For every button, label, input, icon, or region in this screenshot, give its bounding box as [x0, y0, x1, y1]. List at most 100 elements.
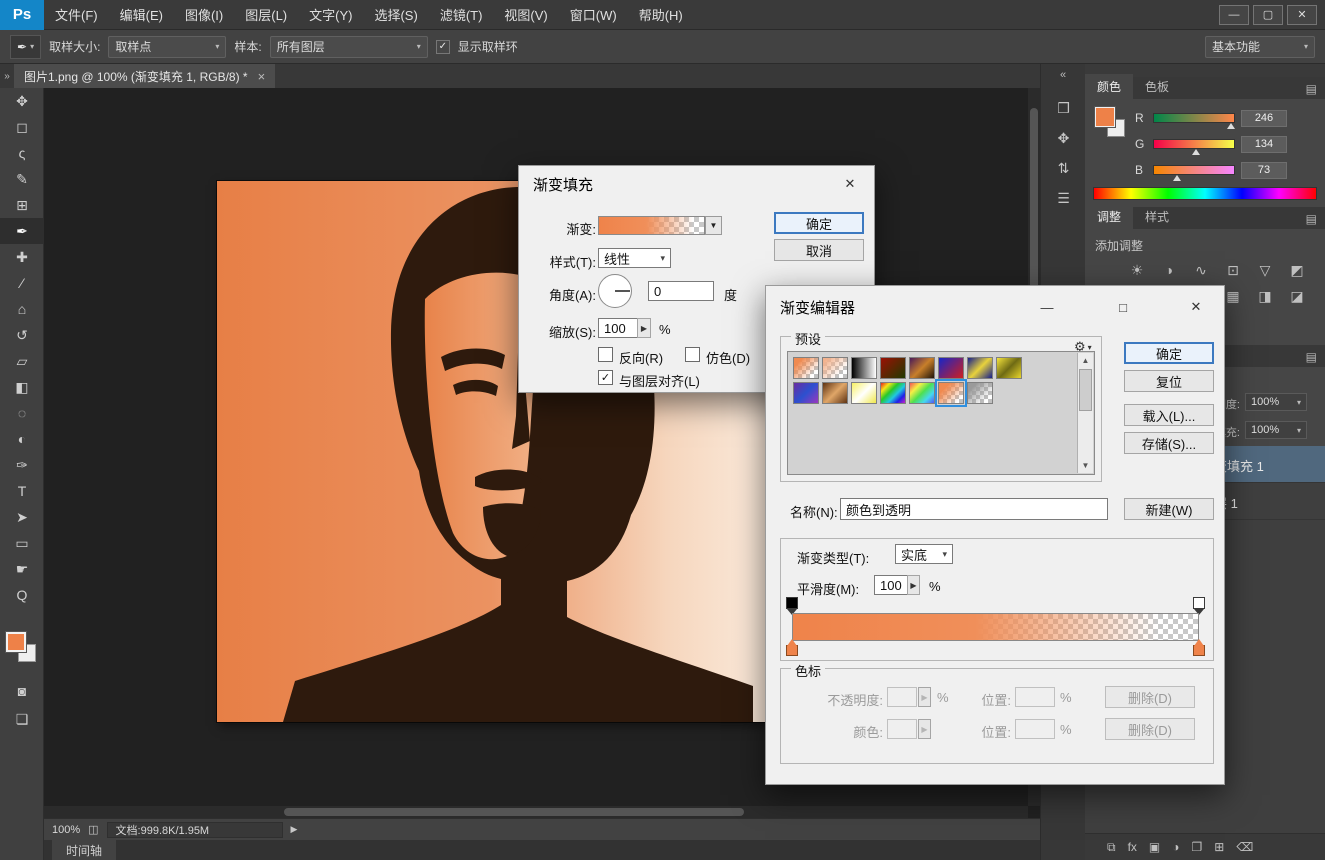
load-button[interactable]: 载入(L)...	[1124, 404, 1214, 426]
close-icon[interactable]: ✕	[1176, 286, 1216, 328]
opacity-stop-left[interactable]	[786, 597, 798, 609]
cancel-button[interactable]: 取消	[774, 239, 864, 261]
scroll-up-icon[interactable]: ▲	[1078, 353, 1093, 368]
slider-handle[interactable]	[1227, 123, 1235, 129]
opacity-field[interactable]: 100% ▾	[1245, 393, 1307, 411]
color-stop-left[interactable]	[786, 645, 798, 656]
adjustment-layer-icon[interactable]: ◑	[1172, 840, 1179, 854]
tab-styles[interactable]: 样式	[1133, 204, 1181, 229]
close-button[interactable]: ✕	[1287, 5, 1317, 25]
gradient-preset-swatch[interactable]	[967, 357, 993, 379]
dialog-title-bar[interactable]: 渐变编辑器 — □ ✕	[766, 286, 1224, 328]
smoothness-spinner[interactable]: ▶	[907, 575, 920, 595]
slider-handle[interactable]	[1192, 149, 1200, 155]
scroll-down-icon[interactable]: ▼	[1078, 458, 1093, 473]
crop-tool[interactable]: ⊞	[0, 192, 44, 218]
move-tool[interactable]: ✥	[0, 88, 44, 114]
new-button[interactable]: 新建(W)	[1124, 498, 1214, 520]
dialog-title-bar[interactable]: 渐变填充 ✕	[519, 166, 874, 202]
maximize-button[interactable]: ▢	[1253, 5, 1283, 25]
menu-item[interactable]: 文字(Y)	[298, 5, 363, 24]
tab-timeline[interactable]: 时间轴	[52, 840, 116, 860]
eraser-tool[interactable]: ▱	[0, 348, 44, 374]
layer-effects-icon[interactable]: fx	[1128, 840, 1137, 854]
color-lookup-icon[interactable]: ◨	[1249, 283, 1281, 309]
gradient-preset-swatch[interactable]	[909, 357, 935, 379]
gradient-preset-swatch[interactable]	[967, 382, 993, 404]
menu-item[interactable]: 编辑(E)	[109, 5, 174, 24]
document-info[interactable]: 文档:999.8K/1.95M	[107, 822, 283, 838]
gradient-preset-swatch[interactable]	[851, 357, 877, 379]
smoothness-field[interactable]: 100	[874, 575, 908, 595]
gradient-preset-swatch[interactable]	[822, 357, 848, 379]
minimize-button[interactable]: —	[1219, 5, 1249, 25]
scale-field[interactable]: 100	[598, 318, 638, 338]
collapsed-panel-icon-3[interactable]: ⇅	[1041, 153, 1086, 183]
quick-selection-tool[interactable]: ✎	[0, 166, 44, 192]
path-selection-tool[interactable]: ➤	[0, 504, 44, 530]
collapsed-panel-icon-2[interactable]: ✥	[1041, 123, 1086, 153]
history-brush-tool[interactable]: ↺	[0, 322, 44, 348]
sample-select[interactable]: 所有图层 ▾	[270, 36, 428, 58]
gradient-preset-swatch[interactable]	[938, 357, 964, 379]
reverse-checkbox[interactable]	[598, 347, 613, 362]
gradient-preset-swatch[interactable]	[822, 382, 848, 404]
menu-item[interactable]: 帮助(H)	[628, 5, 694, 24]
blur-tool[interactable]: ◌	[0, 400, 44, 426]
workspace-select[interactable]: 基本功能 ▾	[1205, 36, 1315, 58]
brush-tool[interactable]: ⁄	[0, 270, 44, 296]
gradient-bar[interactable]	[792, 613, 1199, 641]
gradient-tool[interactable]: ◧	[0, 374, 44, 400]
dodge-tool[interactable]: ◐	[0, 426, 44, 452]
tab-swatches[interactable]: 色板	[1133, 74, 1181, 99]
style-select[interactable]: 线性 ▾	[598, 248, 671, 268]
type-tool[interactable]: T	[0, 478, 44, 504]
brightness-contrast-icon[interactable]: ☀	[1121, 257, 1153, 283]
scrollbar-thumb[interactable]	[1079, 369, 1092, 411]
expand-panel-icon[interactable]: »	[0, 71, 14, 88]
menu-item[interactable]: 选择(S)	[363, 5, 428, 24]
ok-button[interactable]: 确定	[774, 212, 864, 234]
healing-brush-tool[interactable]: ✚	[0, 244, 44, 270]
foreground-color-swatch[interactable]	[1095, 107, 1115, 127]
gradient-preset-swatch[interactable]	[880, 382, 906, 404]
pen-tool[interactable]: ✑	[0, 452, 44, 478]
panel-menu-icon[interactable]: ▤	[1306, 212, 1317, 226]
tab-color[interactable]: 颜色	[1085, 74, 1133, 99]
vibrance-icon[interactable]: ▽	[1249, 257, 1281, 283]
eyedropper-tool[interactable]: ✒	[0, 218, 44, 244]
channel-slider[interactable]	[1153, 139, 1235, 149]
delete-layer-icon[interactable]: ⌫	[1236, 840, 1253, 854]
close-icon[interactable]: ✕	[826, 166, 874, 202]
link-layers-icon[interactable]: ⧉	[1107, 840, 1116, 855]
save-button[interactable]: 存储(S)...	[1124, 432, 1214, 454]
gradient-dropdown-button[interactable]: ▼	[705, 216, 722, 235]
invert-icon[interactable]: ◪	[1281, 283, 1313, 309]
shape-tool[interactable]: ▭	[0, 530, 44, 556]
presets-scrollbar[interactable]: ▲ ▼	[1077, 353, 1093, 473]
gradient-type-select[interactable]: 实底 ▾	[895, 544, 953, 564]
gradient-preset-swatch[interactable]	[793, 382, 819, 404]
expand-panels-icon[interactable]: «	[1041, 64, 1085, 81]
minimize-icon[interactable]: —	[1028, 286, 1066, 328]
layer-group-icon[interactable]: ❐	[1192, 840, 1203, 854]
ok-button[interactable]: 确定	[1124, 342, 1214, 364]
channel-slider[interactable]	[1153, 113, 1235, 123]
quick-mask-button[interactable]: ◙	[0, 678, 44, 704]
channel-value-field[interactable]: 246	[1241, 110, 1287, 127]
slider-handle[interactable]	[1173, 175, 1181, 181]
marquee-tool[interactable]: ◻	[0, 114, 44, 140]
maximize-icon[interactable]: □	[1104, 286, 1142, 328]
collapsed-panel-icon-4[interactable]: ☰	[1041, 183, 1086, 213]
gradient-preset-swatch[interactable]	[938, 382, 964, 404]
channel-value-field[interactable]: 73	[1241, 162, 1287, 179]
tab-adjustments[interactable]: 调整	[1085, 204, 1133, 229]
layer-mask-icon[interactable]: ▣	[1149, 840, 1160, 854]
menu-item[interactable]: 窗口(W)	[559, 5, 628, 24]
hue-saturation-icon[interactable]: ◩	[1281, 257, 1313, 283]
gradient-preview[interactable]	[598, 216, 705, 235]
gradient-preset-swatch[interactable]	[880, 357, 906, 379]
panel-menu-icon[interactable]: ▤	[1306, 82, 1317, 96]
fill-field[interactable]: 100% ▾	[1245, 421, 1307, 439]
clone-stamp-tool[interactable]: ⌂	[0, 296, 44, 322]
